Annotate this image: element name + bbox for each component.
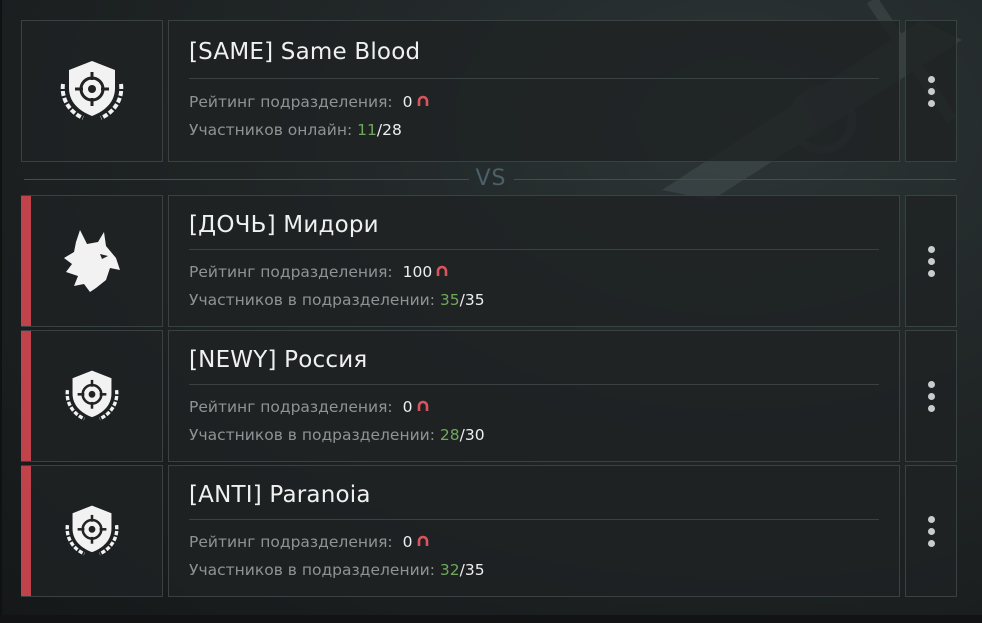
wolf-emblem-icon (63, 230, 120, 292)
rating-horseshoe-icon (417, 535, 428, 546)
unit-info-cell: [ДОЧЬ] Мидори Рейтинг подразделения: 100 … (168, 195, 900, 327)
vs-line-left (24, 179, 469, 180)
members-line: Участников в подразделении: 32/35 (189, 561, 485, 579)
unit-title: [NEWY] Россия (189, 347, 368, 373)
rating-label: Рейтинг подразделения: (189, 398, 393, 416)
unit-emblem-cell (21, 20, 163, 162)
rating-horseshoe-icon (417, 95, 428, 106)
crosshair-shield-emblem-icon (60, 61, 124, 120)
unit-info-cell: [ANTI] Paranoia Рейтинг подразделения: 0 … (168, 465, 900, 597)
members-max: 30 (464, 426, 485, 444)
members-label: Участников в подразделении: (189, 426, 435, 444)
members-max: 35 (464, 561, 485, 579)
divider (189, 384, 879, 385)
frame-edge (0, 0, 2, 623)
members-label: Участников в подразделении: (189, 561, 435, 579)
vs-separator: VS (24, 166, 956, 192)
unit-menu-button[interactable] (905, 330, 957, 462)
rating-label: Рейтинг подразделения: (189, 93, 393, 111)
members-max: 35 (464, 291, 485, 309)
unit-title: [SAME] Same Blood (189, 39, 421, 65)
members-label: Участников онлайн: (189, 121, 353, 139)
members-line: Участников в подразделении: 35/35 (189, 291, 485, 309)
members-line: Участников онлайн: 11/28 (189, 121, 402, 139)
members-current: 35 (439, 291, 460, 309)
opponent-accent-bar (21, 466, 31, 596)
rating-label: Рейтинг подразделения: (189, 263, 393, 281)
members-current: 11 (357, 121, 377, 139)
divider (189, 249, 879, 250)
unit-menu-button[interactable] (905, 465, 957, 597)
more-vertical-icon (927, 75, 935, 107)
unit-menu-button[interactable] (905, 195, 957, 327)
crosshair-shield-emblem-icon (65, 505, 118, 556)
more-vertical-icon (927, 380, 935, 412)
rating-line: Рейтинг подразделения: 0 (189, 398, 430, 416)
rating-value: 0 (402, 533, 413, 551)
more-vertical-icon (927, 515, 935, 547)
unit-emblem-cell (21, 195, 163, 327)
vs-label: VS (475, 166, 507, 191)
rating-horseshoe-icon (417, 400, 428, 411)
more-vertical-icon (927, 245, 935, 277)
rating-value: 0 (402, 93, 413, 111)
rating-value: 0 (402, 398, 413, 416)
divider (189, 78, 879, 79)
opponent-unit-row: [NEWY] Россия Рейтинг подразделения: 0 Уч… (21, 330, 957, 462)
members-label: Участников в подразделении: (189, 291, 435, 309)
unit-menu-button[interactable] (905, 20, 957, 162)
members-current: 32 (439, 561, 460, 579)
members-line: Участников в подразделении: 28/30 (189, 426, 485, 444)
rating-value: 100 (402, 263, 433, 281)
own-unit-row: [SAME] Same Blood Рейтинг подразделения:… (21, 20, 957, 162)
rating-line: Рейтинг подразделения: 0 (189, 533, 430, 551)
vs-line-right (514, 179, 956, 180)
rating-line: Рейтинг подразделения: 100 (189, 263, 449, 281)
frame-bottom (0, 615, 982, 623)
unit-info-cell: [SAME] Same Blood Рейтинг подразделения:… (168, 20, 900, 162)
members-current: 28 (439, 426, 460, 444)
opponent-accent-bar (21, 331, 31, 461)
opponent-accent-bar (21, 196, 31, 326)
members-max: 28 (382, 121, 402, 139)
rating-line: Рейтинг подразделения: 0 (189, 93, 430, 111)
opponent-unit-row: [ANTI] Paranoia Рейтинг подразделения: 0 … (21, 465, 957, 597)
unit-title: [ДОЧЬ] Мидори (189, 212, 379, 238)
divider (189, 519, 879, 520)
unit-title: [ANTI] Paranoia (189, 482, 371, 508)
opponent-unit-row: [ДОЧЬ] Мидори Рейтинг подразделения: 100 … (21, 195, 957, 327)
unit-emblem-cell (21, 465, 163, 597)
rating-horseshoe-icon (436, 265, 448, 276)
unit-info-cell: [NEWY] Россия Рейтинг подразделения: 0 Уч… (168, 330, 900, 462)
crosshair-shield-emblem-icon (65, 370, 118, 421)
unit-emblem-cell (21, 330, 163, 462)
rating-label: Рейтинг подразделения: (189, 533, 393, 551)
